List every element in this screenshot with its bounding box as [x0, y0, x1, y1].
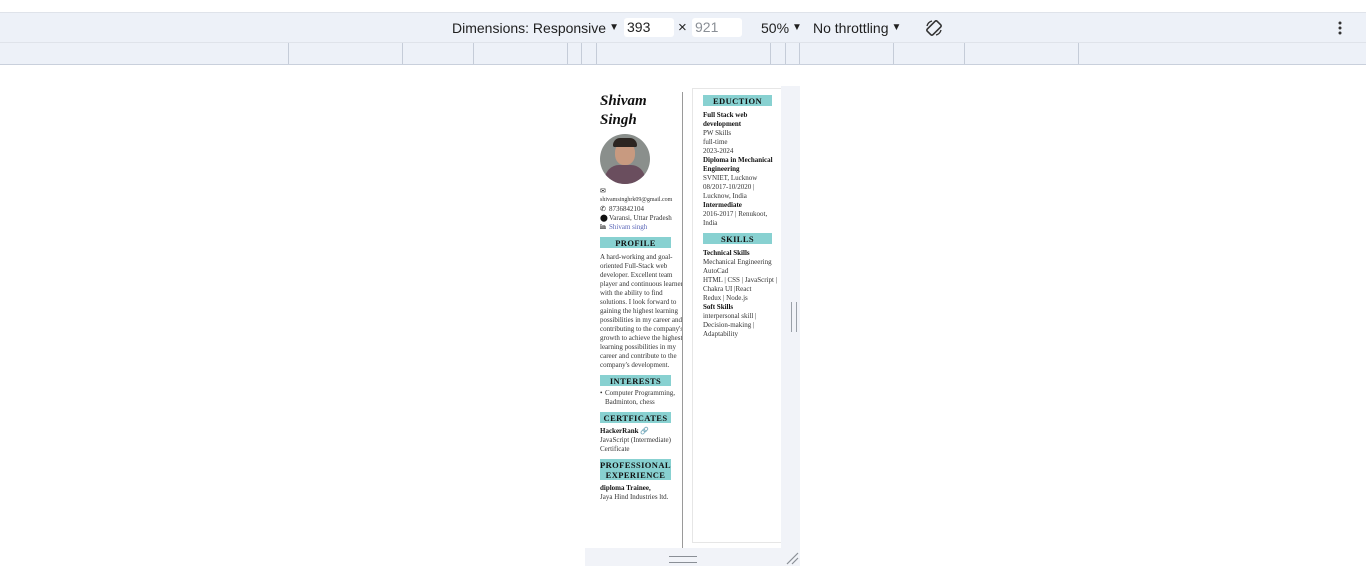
contact-linkedin-row[interactable]: in Shivam singh	[600, 223, 684, 232]
education-heading: EDUCTION	[703, 95, 772, 106]
column-divider	[682, 92, 683, 548]
bottom-resize-handle[interactable]	[669, 556, 697, 563]
ruler-divider	[288, 43, 289, 64]
ruler-divider	[473, 43, 474, 64]
education-item: Full Stack web development PW Skills ful…	[703, 111, 781, 156]
times-symbol: ×	[678, 19, 687, 36]
education-line: PW Skills	[703, 129, 732, 137]
ruler-divider	[785, 43, 786, 64]
contact-email[interactable]: shivamsinghrk09@gmail.com	[600, 196, 684, 205]
ruler-divider	[402, 43, 403, 64]
device-toolbar: Dimensions: Responsive ▼ 393 × 921 50% ▼…	[0, 13, 1366, 42]
profile-text: A hard-working and goal-oriented Full-St…	[600, 253, 684, 369]
education-title: Diploma in Mechanical Engineering	[703, 156, 773, 173]
skill-line: Mechanical Engineering	[703, 258, 772, 266]
profile-heading: PROFILE	[600, 237, 671, 248]
vertical-resize-handle[interactable]	[791, 302, 797, 332]
experience-item: diploma Trainee, Jaya Hind Industries lt…	[600, 484, 684, 502]
certificate-item: HackerRank 🔗 JavaScript (Intermediate) C…	[600, 427, 684, 454]
education-line: 2023-2024	[703, 147, 734, 155]
ruler-divider	[964, 43, 965, 64]
link-icon: 🔗	[640, 427, 649, 435]
avatar	[600, 134, 650, 184]
throttling-label: No throttling	[813, 19, 889, 36]
skill-line: interpersonal skill | Decision-making | …	[703, 312, 757, 338]
interests-list: Computer Programming, Badminton, chess	[600, 389, 684, 407]
skill-line: HTML | CSS | JavaScript | Chakra UI |Rea…	[703, 276, 778, 293]
skill-line: Redux | Node.js	[703, 294, 748, 302]
ruler-divider	[581, 43, 582, 64]
caret-down-icon: ▼	[891, 22, 902, 33]
technical-skills-title: Technical Skills	[703, 249, 750, 257]
contact-phone: 8736842104	[609, 205, 644, 213]
width-input[interactable]: 393	[624, 18, 674, 37]
resume-right-column: EDUCTION Full Stack web development PW S…	[692, 88, 781, 543]
height-input[interactable]: 921	[692, 18, 742, 37]
more-options-button[interactable]	[1337, 13, 1343, 42]
education-title: Full Stack web development	[703, 111, 748, 128]
dimensions-label: Dimensions: Responsive	[452, 19, 607, 36]
education-line: 2016-2017 | Renukoot, India	[703, 210, 768, 227]
education-line: full-time	[703, 138, 728, 146]
contact-email-row[interactable]: ✉	[600, 187, 684, 196]
education-line: SVNIET, Lucknow	[703, 174, 758, 182]
soft-skills-title: Soft Skills	[703, 303, 734, 311]
phone-icon: ✆	[600, 205, 606, 213]
mail-icon: ✉	[600, 187, 606, 195]
resume-left-column: Shivam Singh ✉ shivamsinghrk09@gmail.com…	[600, 92, 684, 502]
certificate-title-row[interactable]: HackerRank 🔗	[600, 427, 684, 436]
caret-down-icon: ▼	[792, 22, 802, 33]
skills-heading: SKILLS	[703, 233, 772, 244]
browser-top-strip	[0, 0, 1366, 13]
rotate-icon	[926, 19, 942, 36]
contact-phone-row: ✆ 8736842104	[600, 205, 684, 214]
zoom-dropdown[interactable]: 50% ▼	[761, 13, 802, 42]
certificate-title: HackerRank	[600, 427, 639, 435]
skill-line: AutoCad	[703, 267, 729, 275]
avatar-body-shape	[605, 165, 645, 184]
ruler-divider	[893, 43, 894, 64]
resume-page[interactable]: Shivam Singh ✉ shivamsinghrk09@gmail.com…	[585, 86, 781, 548]
media-query-ruler[interactable]	[0, 42, 1366, 65]
contact-location-row: ⬤ Varansi, Uttar Pradesh	[600, 214, 684, 223]
more-vert-icon	[1338, 21, 1342, 34]
experience-heading: PROFESSIONAL EXPERIENCE	[600, 459, 671, 480]
zoom-label: 50%	[761, 19, 790, 36]
caret-down-icon: ▼	[609, 22, 619, 33]
education-title: Intermediate	[703, 201, 742, 209]
education-item: Diploma in Mechanical Engineering SVNIET…	[703, 156, 781, 201]
contact-location: Varansi, Uttar Pradesh	[609, 214, 672, 222]
dimensions-dropdown[interactable]: Dimensions: Responsive ▼	[452, 13, 619, 42]
linkedin-icon: in	[600, 223, 606, 231]
ruler-divider	[799, 43, 800, 64]
list-item: Computer Programming, Badminton, chess	[600, 389, 684, 407]
education-item: Intermediate 2016-2017 | Renukoot, India	[703, 201, 781, 228]
avatar-hair-shape	[613, 138, 637, 147]
education-line: 08/2017-10/2020 | Lucknow, India	[703, 183, 755, 200]
certificates-heading: CERTFICATES	[600, 412, 671, 423]
throttling-dropdown[interactable]: No throttling ▼	[813, 13, 901, 42]
skills-block: Technical Skills Mechanical Engineering …	[703, 249, 781, 339]
rotate-button[interactable]	[924, 13, 944, 42]
corner-resize-icon[interactable]	[785, 551, 799, 565]
experience-title: diploma Trainee,	[600, 484, 651, 492]
ruler-divider	[770, 43, 771, 64]
resume-name: Shivam Singh	[600, 93, 647, 128]
contact-block: ✉ shivamsinghrk09@gmail.com ✆ 8736842104…	[600, 187, 684, 232]
interests-heading: INTERESTS	[600, 375, 671, 386]
ruler-divider	[596, 43, 597, 64]
certificate-text: JavaScript (Intermediate) Certificate	[600, 436, 671, 453]
experience-company: Jaya Hind Industries ltd.	[600, 493, 669, 501]
ruler-divider	[567, 43, 568, 64]
ruler-divider	[1078, 43, 1079, 64]
linkedin-link[interactable]: Shivam singh	[609, 223, 647, 232]
location-pin-icon: ⬤	[600, 214, 608, 222]
device-viewport: Shivam Singh ✉ shivamsinghrk09@gmail.com…	[585, 86, 800, 566]
